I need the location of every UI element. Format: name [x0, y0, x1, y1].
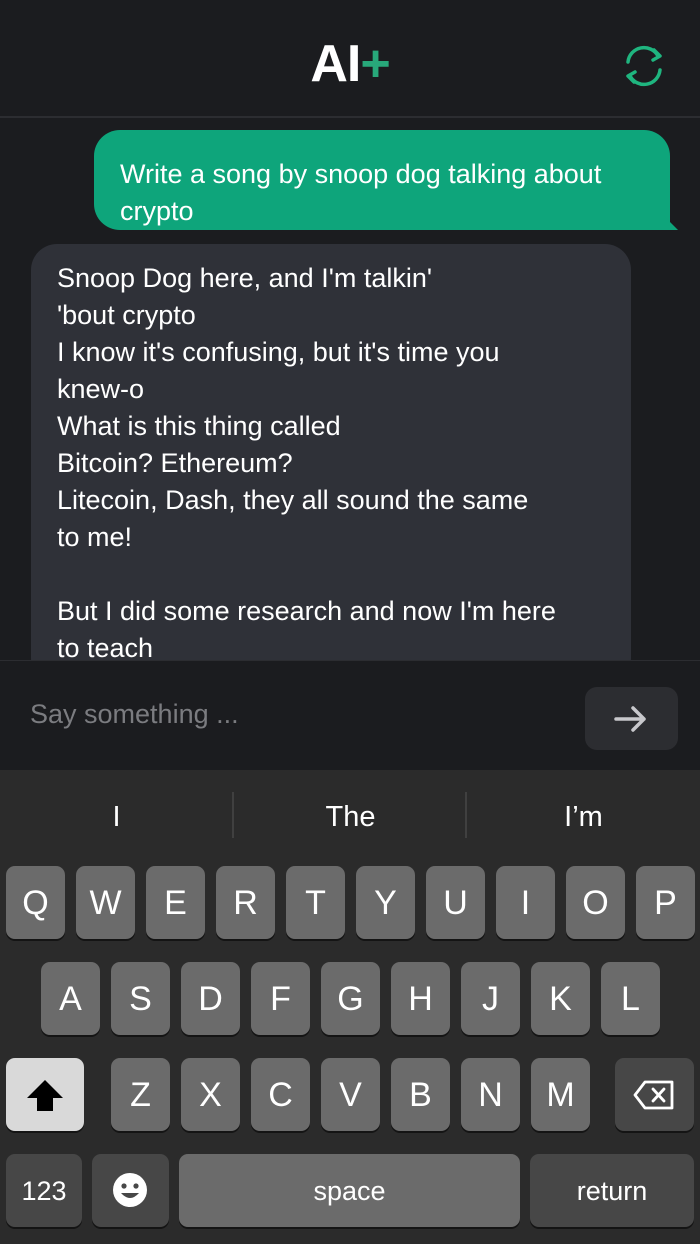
- bot-line: But I did some research and now I'm here: [57, 596, 556, 626]
- bot-line: I know it's confusing, but it's time you: [57, 337, 500, 367]
- shift-icon: [27, 1080, 63, 1111]
- app-logo: AI+: [0, 34, 700, 94]
- space-key[interactable]: space: [179, 1154, 520, 1227]
- key-o[interactable]: O: [566, 866, 625, 939]
- suggestion-3[interactable]: I’m: [467, 770, 700, 860]
- key-b[interactable]: B: [391, 1058, 450, 1131]
- key-f[interactable]: F: [251, 962, 310, 1035]
- bot-line: Snoop Dog here, and I'm talkin': [57, 263, 433, 293]
- key-d[interactable]: D: [181, 962, 240, 1035]
- bot-line: to teach: [57, 633, 154, 660]
- key-q[interactable]: Q: [6, 866, 65, 939]
- key-n[interactable]: N: [461, 1058, 520, 1131]
- key-w[interactable]: W: [76, 866, 135, 939]
- key-i[interactable]: I: [496, 866, 555, 939]
- key-l[interactable]: L: [601, 962, 660, 1035]
- emoji-icon: [113, 1173, 147, 1207]
- bubble-tail: [664, 216, 678, 230]
- key-c[interactable]: C: [251, 1058, 310, 1131]
- key-h[interactable]: H: [391, 962, 450, 1035]
- key-p[interactable]: P: [636, 866, 695, 939]
- app-header: AI+: [0, 0, 700, 118]
- key-r[interactable]: R: [216, 866, 275, 939]
- bot-line: Litecoin, Dash, they all sound the same: [57, 485, 529, 515]
- bot-message-bubble: Snoop Dog here, and I'm talkin' 'bout cr…: [31, 244, 631, 660]
- return-key[interactable]: return: [530, 1154, 694, 1227]
- backspace-icon: [633, 1080, 674, 1110]
- key-s[interactable]: S: [111, 962, 170, 1035]
- key-x[interactable]: X: [181, 1058, 240, 1131]
- bot-line: to me!: [57, 522, 133, 552]
- bot-line: Bitcoin? Ethereum?: [57, 448, 293, 478]
- message-input[interactable]: Say something ...: [30, 699, 239, 730]
- key-z[interactable]: Z: [111, 1058, 170, 1131]
- suggestion-1[interactable]: I: [0, 770, 233, 860]
- key-v[interactable]: V: [321, 1058, 380, 1131]
- key-m[interactable]: M: [531, 1058, 590, 1131]
- send-button[interactable]: [585, 687, 678, 750]
- emoji-key[interactable]: [92, 1154, 169, 1227]
- key-u[interactable]: U: [426, 866, 485, 939]
- bot-line: [57, 556, 605, 593]
- key-a[interactable]: A: [41, 962, 100, 1035]
- bot-line: 'bout crypto: [57, 300, 196, 330]
- key-y[interactable]: Y: [356, 866, 415, 939]
- key-k[interactable]: K: [531, 962, 590, 1035]
- numbers-key[interactable]: 123: [6, 1154, 82, 1227]
- delete-key[interactable]: [615, 1058, 694, 1131]
- keyboard: I The I’m Q W E R T Y U I O P A S D F G …: [0, 770, 700, 1244]
- message-composer: Say something ...: [0, 660, 700, 770]
- bot-line: knew-o: [57, 374, 145, 404]
- key-t[interactable]: T: [286, 866, 345, 939]
- suggestion-2[interactable]: The: [234, 770, 467, 860]
- shift-key[interactable]: [6, 1058, 84, 1131]
- user-message-bubble: Write a song by snoop dog talking about …: [94, 130, 678, 230]
- bot-line: What is this thing called: [57, 411, 341, 441]
- key-j[interactable]: J: [461, 962, 520, 1035]
- key-g[interactable]: G: [321, 962, 380, 1035]
- arrow-right-icon: [614, 706, 646, 732]
- refresh-icon[interactable]: [620, 42, 668, 90]
- chat-area[interactable]: Write a song by snoop dog talking about …: [0, 118, 700, 660]
- user-message-text: Write a song by snoop dog talking about …: [120, 159, 602, 226]
- key-e[interactable]: E: [146, 866, 205, 939]
- logo-plus: +: [360, 35, 390, 93]
- logo-text: AI: [310, 35, 361, 93]
